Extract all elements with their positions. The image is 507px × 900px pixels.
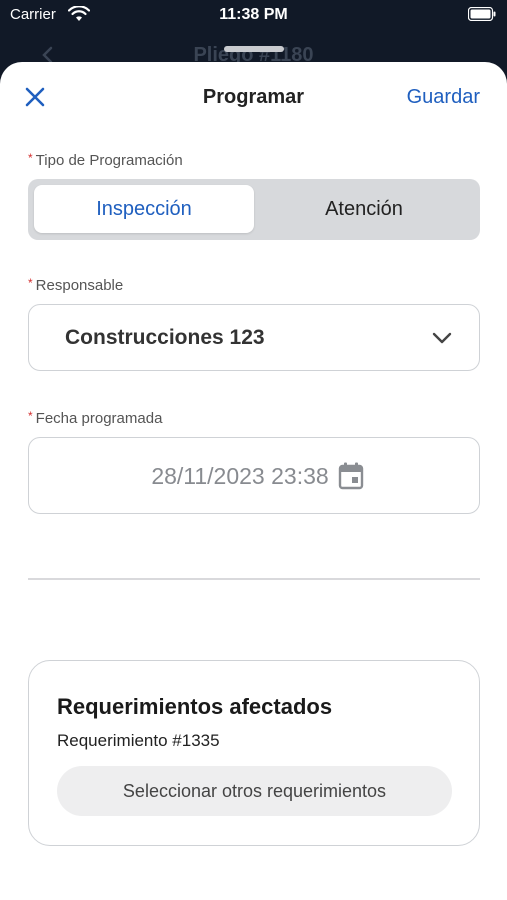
fecha-label-text: Fecha programada (35, 410, 163, 427)
fecha-value: 28/11/2023 23:38 (151, 463, 329, 489)
chevron-down-icon (432, 332, 452, 344)
requerimientos-title: Requerimientos afectados (57, 694, 333, 719)
segment-inspeccion[interactable]: Inspección (34, 185, 254, 233)
responsable-value: Construcciones 123 (65, 326, 265, 349)
requerimiento-item: Requerimiento #1335 (57, 731, 220, 750)
responsable-label: * Responsable (28, 276, 123, 294)
status-bar: Carrier 11:38 PM (0, 0, 507, 34)
save-button[interactable]: Guardar (407, 86, 480, 109)
programar-sheet: Programar Guardar * Tipo de Programación … (0, 62, 507, 900)
status-time: 11:38 PM (219, 6, 288, 23)
battery-icon (468, 7, 496, 21)
required-mark: * (28, 151, 33, 165)
tipo-programacion-label: * Tipo de Programación (28, 151, 183, 169)
sheet-grabber[interactable] (224, 46, 284, 52)
required-mark: * (28, 276, 33, 290)
segment-atencion[interactable]: Atención (254, 185, 474, 233)
required-mark: * (28, 409, 33, 423)
fecha-programada-input[interactable]: 28/11/2023 23:38 (28, 437, 480, 514)
tipo-programacion-segmented-control: Inspección Atención (28, 179, 480, 240)
calendar-icon (338, 462, 364, 490)
requerimientos-card: Requerimientos afectados Requerimiento #… (28, 660, 480, 846)
tipo-programacion-label-text: Tipo de Programación (35, 152, 183, 169)
fecha-label: * Fecha programada (28, 409, 162, 427)
section-divider (28, 578, 480, 580)
seleccionar-requerimientos-button[interactable]: Seleccionar otros requerimientos (57, 766, 452, 816)
responsable-select[interactable]: Construcciones 123 (28, 304, 480, 371)
responsable-label-text: Responsable (35, 277, 124, 294)
